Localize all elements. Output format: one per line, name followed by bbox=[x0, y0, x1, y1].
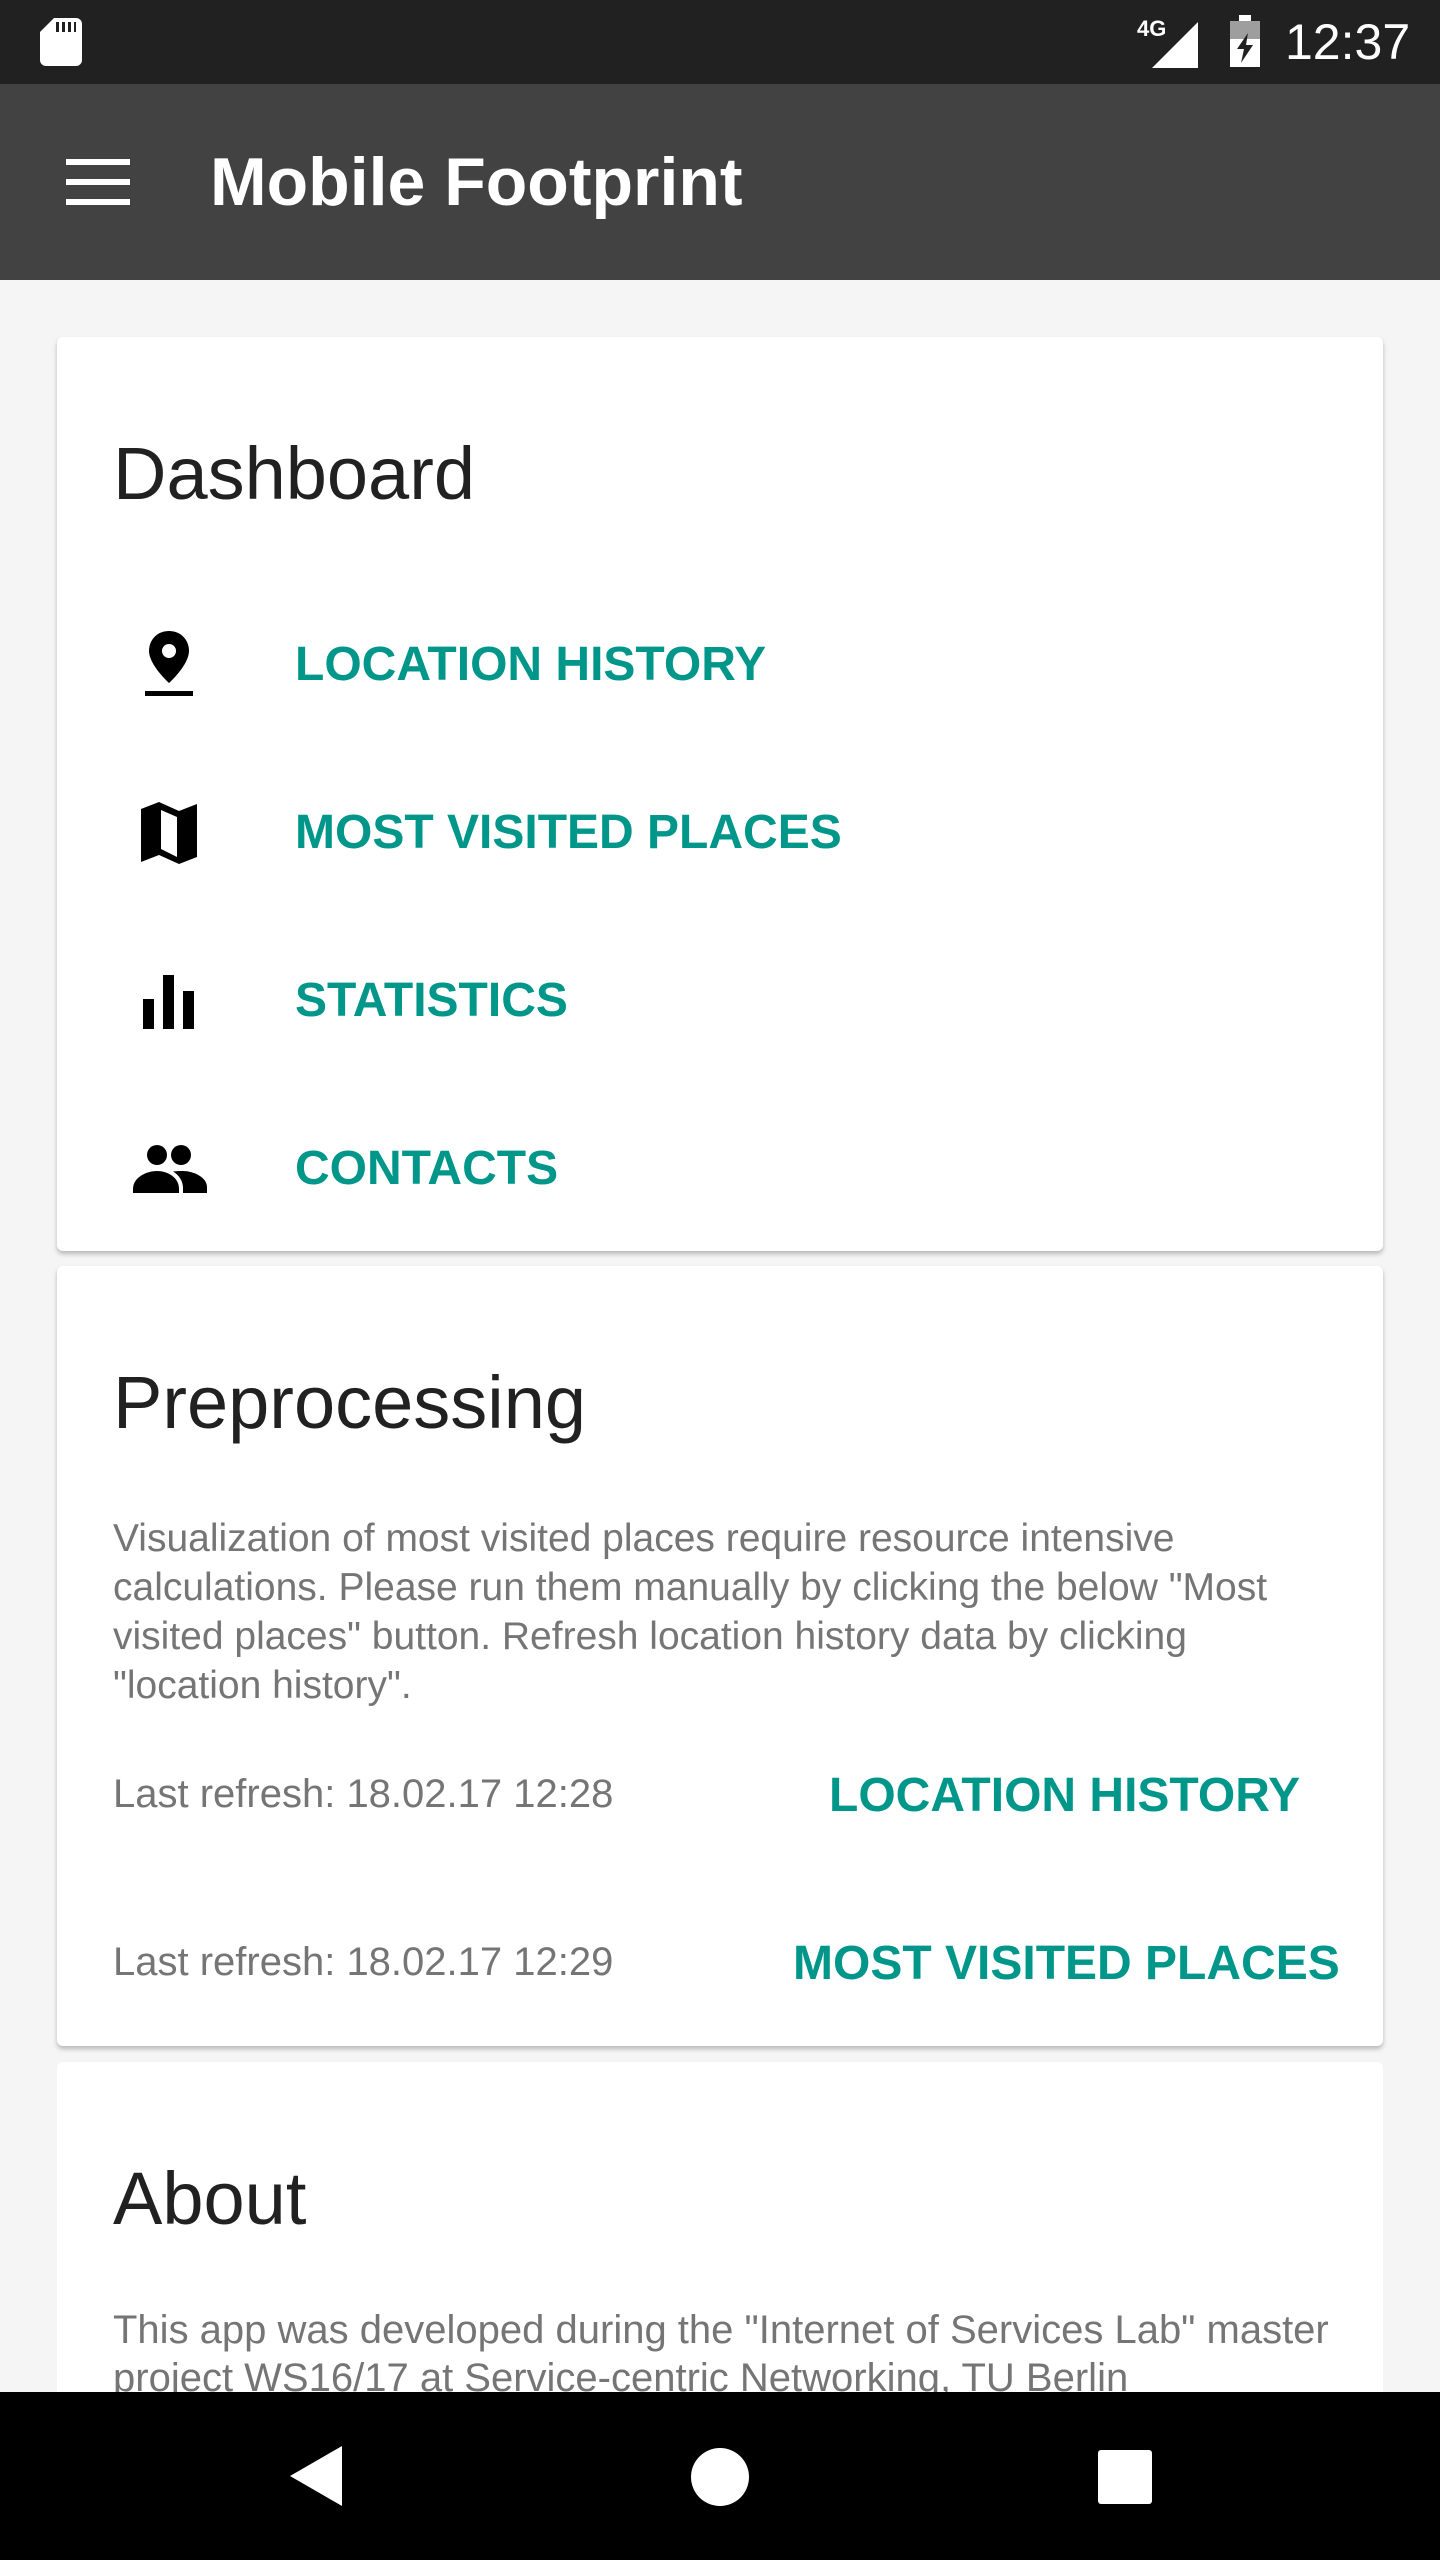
dashboard-title: Dashboard bbox=[113, 432, 476, 515]
status-bar: 4G 12:37 bbox=[0, 0, 1440, 84]
battery-charging-icon bbox=[1230, 15, 1260, 67]
dashboard-item-label: LOCATION HISTORY bbox=[295, 638, 767, 691]
dashboard-item-contacts[interactable]: CONTACTS bbox=[129, 1123, 929, 1213]
people-icon bbox=[133, 1145, 207, 1193]
most-visited-places-button[interactable]: MOST VISITED PLACES bbox=[793, 1936, 1340, 1992]
about-title: About bbox=[113, 2157, 307, 2240]
back-icon[interactable] bbox=[286, 2444, 346, 2508]
last-refresh-location: Last refresh: 18.02.17 12:28 bbox=[113, 1772, 614, 1816]
dashboard-item-most-visited-places[interactable]: MOST VISITED PLACES bbox=[129, 787, 929, 877]
preprocessing-description: Visualization of most visited places req… bbox=[113, 1517, 1268, 1707]
last-refresh-places: Last refresh: 18.02.17 12:29 bbox=[113, 1940, 614, 1984]
recent-apps-icon[interactable] bbox=[1098, 2450, 1152, 2504]
app-bar: Mobile Footprint bbox=[0, 84, 1440, 280]
map-icon bbox=[141, 802, 197, 864]
clock: 12:37 bbox=[1285, 14, 1411, 70]
location-history-button[interactable]: LOCATION HISTORY bbox=[829, 1768, 1300, 1824]
dashboard-card: Dashboard LOCATION HISTORY MOST VISITED … bbox=[57, 337, 1383, 1251]
location-pin-icon bbox=[145, 631, 193, 696]
hamburger-menu-icon[interactable] bbox=[66, 159, 130, 205]
dashboard-item-label: CONTACTS bbox=[295, 1142, 559, 1195]
app-title: Mobile Footprint bbox=[210, 144, 743, 220]
dashboard-item-label: STATISTICS bbox=[295, 974, 568, 1027]
preprocessing-card: Preprocessing Visualization of most visi… bbox=[57, 1266, 1383, 2046]
dashboard-item-location-history[interactable]: LOCATION HISTORY bbox=[129, 619, 929, 709]
system-nav-bar bbox=[0, 2392, 1440, 2560]
preprocessing-title: Preprocessing bbox=[113, 1361, 587, 1444]
home-icon[interactable] bbox=[691, 2448, 749, 2506]
bar-chart-icon bbox=[143, 975, 194, 1029]
sd-card-icon bbox=[40, 18, 82, 66]
dashboard-item-statistics[interactable]: STATISTICS bbox=[129, 955, 929, 1045]
about-text: This app was developed during the "Inter… bbox=[113, 2308, 1329, 2400]
signal-icon bbox=[1152, 22, 1198, 68]
dashboard-item-label: MOST VISITED PLACES bbox=[295, 806, 842, 859]
